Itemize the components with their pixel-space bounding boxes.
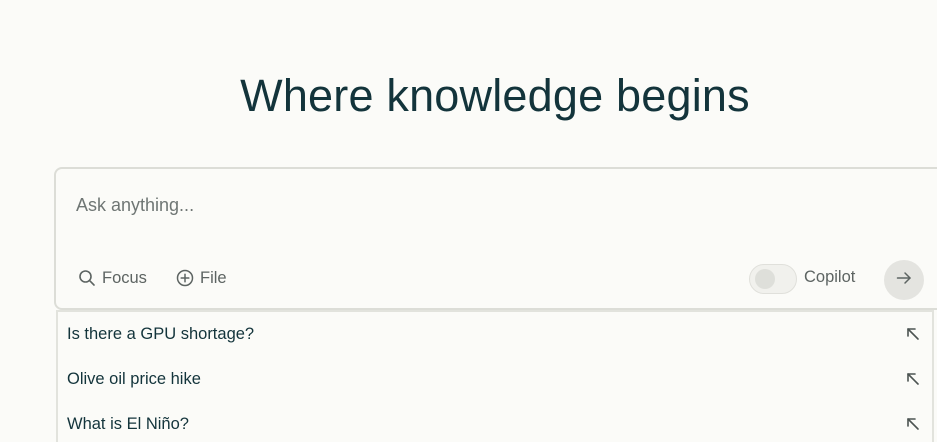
page-title: Where knowledge begins <box>240 70 750 121</box>
suggestion-label: Is there a GPU shortage? <box>67 324 255 343</box>
arrow-up-left-icon <box>906 417 920 436</box>
suggestion-label: Olive oil price hike <box>67 369 201 388</box>
toggle-knob <box>755 269 775 289</box>
suggestion-label: What is El Niño? <box>67 414 189 433</box>
copilot-label: Copilot <box>804 268 856 286</box>
suggestion-list: Is there a GPU shortage? Olive oil price… <box>56 310 934 442</box>
home-page: Where knowledge begins Focus File <box>0 0 937 442</box>
file-button[interactable]: File <box>176 266 227 290</box>
focus-label: Focus <box>102 268 147 287</box>
copilot-toggle[interactable] <box>749 264 797 294</box>
search-icon <box>78 269 96 287</box>
submit-button[interactable] <box>884 260 924 300</box>
file-label: File <box>200 268 227 287</box>
search-box: Focus File Copilot <box>54 167 937 310</box>
suggestion-item[interactable]: Is there a GPU shortage? <box>58 314 932 354</box>
arrow-right-icon <box>895 269 913 292</box>
suggestion-item[interactable]: Olive oil price hike <box>58 359 932 399</box>
suggestion-item[interactable]: What is El Niño? <box>58 404 932 442</box>
arrow-up-left-icon <box>906 372 920 391</box>
focus-button[interactable]: Focus <box>78 266 147 290</box>
arrow-up-left-icon <box>906 327 920 346</box>
search-input[interactable] <box>76 191 916 219</box>
plus-circle-icon <box>176 269 194 287</box>
